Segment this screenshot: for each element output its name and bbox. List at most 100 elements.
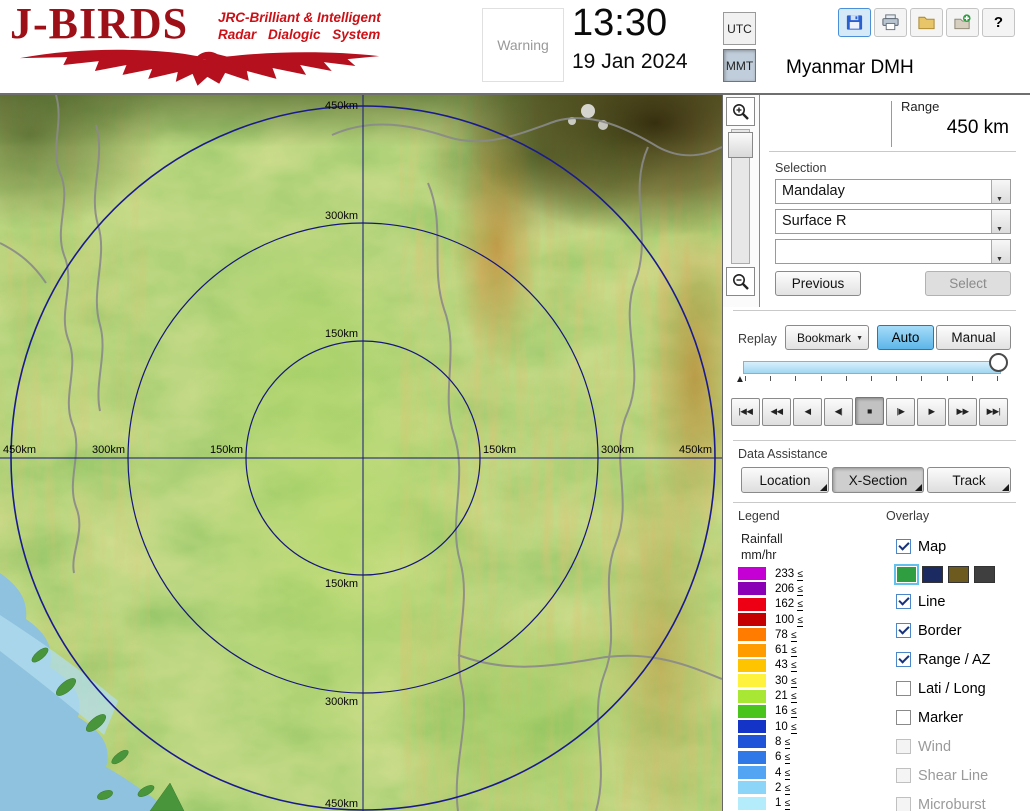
overlay-item-microburst: Microburst <box>886 790 1030 811</box>
separator <box>769 151 1016 152</box>
checked-checkbox[interactable] <box>896 594 911 609</box>
overlay-item-border[interactable]: Border <box>886 616 1030 645</box>
legend-entries: 233 ≤206 ≤162 ≤100 ≤78 ≤61 ≤43 ≤30 ≤21 ≤… <box>738 566 858 811</box>
replay-play-reverse-button[interactable]: ◀ <box>793 398 822 426</box>
overlay-section-label: Overlay <box>886 509 929 523</box>
map-color-swatch[interactable] <box>974 566 995 583</box>
checkbox <box>896 768 911 783</box>
chevron-down-icon[interactable] <box>991 210 1010 233</box>
overlay-item-lati-long[interactable]: Lati / Long <box>886 674 1030 703</box>
overlay-item-range-az[interactable]: Range / AZ <box>886 645 1030 674</box>
legend-value: 162 ≤ <box>775 598 803 610</box>
overlay-label: Map <box>918 539 946 555</box>
auto-mode-button[interactable]: Auto <box>877 325 934 350</box>
zoom-in-button[interactable] <box>726 97 755 126</box>
timeline-tick <box>896 376 897 381</box>
timeline-tick <box>921 376 922 381</box>
option-dropdown[interactable] <box>775 239 1011 264</box>
replay-skip-start-button[interactable]: |◀◀ <box>731 398 760 426</box>
overlay-item-line[interactable]: Line <box>886 587 1030 616</box>
map-color-swatch[interactable] <box>922 566 943 583</box>
range-ring-label: 300km <box>325 210 358 222</box>
legend-value: 8 ≤ <box>775 736 790 748</box>
timeline-handle[interactable] <box>989 353 1008 372</box>
legend-color-swatch <box>738 628 766 641</box>
replay-fast-forward-button[interactable]: ▶▶ <box>948 398 977 426</box>
corner-menu-indicator-icon <box>820 484 827 491</box>
replay-stop-button[interactable]: ■ <box>855 397 884 425</box>
range-ring-label: 150km <box>483 444 516 456</box>
open-folder-button[interactable] <box>910 8 943 37</box>
replay-step-forward-button[interactable]: |▶ <box>886 398 915 426</box>
print-button[interactable] <box>874 8 907 37</box>
replay-section-label: Replay <box>738 332 777 346</box>
range-ring-label: 300km <box>92 444 125 456</box>
previous-button[interactable]: Previous <box>775 271 861 296</box>
help-button[interactable]: ? <box>982 8 1015 37</box>
zoom-out-button[interactable] <box>726 267 755 296</box>
manual-mode-button[interactable]: Manual <box>936 325 1011 350</box>
legend-color-swatch <box>738 735 766 748</box>
save-button[interactable] <box>838 8 871 37</box>
utc-toggle-button[interactable]: UTC <box>723 12 756 45</box>
chevron-down-icon[interactable] <box>991 180 1010 203</box>
legend-value: 4 ≤ <box>775 767 790 779</box>
radar-map-display[interactable]: 450km 300km 150km 150km 300km 450km 450k… <box>0 95 722 811</box>
header-bar: J-BIRDS JRC-Brilliant & Intelligent Rada… <box>0 0 1030 95</box>
magnifier-minus-icon <box>731 272 751 292</box>
legend-value: 6 ≤ <box>775 751 790 763</box>
timeline-start-marker-icon <box>735 374 747 384</box>
clock-date: 19 Jan 2024 <box>572 50 688 74</box>
timeline-tick <box>871 376 872 381</box>
range-ring-label: 300km <box>601 444 634 456</box>
bookmark-button[interactable]: Bookmark <box>785 325 869 350</box>
replay-step-back-button[interactable]: ◀| <box>824 398 853 426</box>
check-icon <box>898 652 909 663</box>
checkbox <box>896 739 911 754</box>
range-value: 450 km <box>833 117 1009 139</box>
checked-checkbox[interactable] <box>896 652 911 667</box>
less-equal-icon: ≤ <box>791 691 797 703</box>
range-ring-label: 150km <box>325 578 358 590</box>
product-dropdown-value: Surface R <box>782 213 846 229</box>
checked-checkbox[interactable] <box>896 623 911 638</box>
map-color-swatch[interactable] <box>948 566 969 583</box>
replay-timeline-slider[interactable] <box>743 361 1001 374</box>
less-equal-icon: ≤ <box>797 569 803 581</box>
jbirds-application: J-BIRDS JRC-Brilliant & Intelligent Rada… <box>0 0 1030 811</box>
overlay-label: Lati / Long <box>918 681 986 697</box>
map-color-options <box>886 561 1030 587</box>
chevron-down-icon[interactable] <box>991 240 1010 263</box>
selection-section-label: Selection <box>775 161 826 175</box>
map-color-swatch[interactable] <box>896 566 917 583</box>
station-dropdown-value: Mandalay <box>782 183 845 199</box>
product-dropdown[interactable]: Surface R <box>775 209 1011 234</box>
legend-value: 30 ≤ <box>775 675 797 687</box>
mmt-toggle-button[interactable]: MMT <box>723 49 756 82</box>
checked-checkbox[interactable] <box>896 539 911 554</box>
overlay-item-marker[interactable]: Marker <box>886 703 1030 732</box>
location-button[interactable]: Location <box>741 467 829 493</box>
overlay-label: Marker <box>918 710 963 726</box>
station-dropdown[interactable]: Mandalay <box>775 179 1011 204</box>
check-icon <box>898 623 909 634</box>
checkbox[interactable] <box>896 681 911 696</box>
legend-entry: 233 ≤ <box>738 566 858 581</box>
legend-color-swatch <box>738 598 766 611</box>
checkbox[interactable] <box>896 710 911 725</box>
timeline-tick <box>846 376 847 381</box>
export-button[interactable] <box>946 8 979 37</box>
legend-value: 100 ≤ <box>775 614 803 626</box>
app-logo-subtitle-2: Radar Dialogic System <box>218 27 380 42</box>
replay-skip-end-button[interactable]: ▶▶| <box>979 398 1008 426</box>
less-equal-icon: ≤ <box>791 676 797 688</box>
legend-value: 1 ≤ <box>775 797 790 809</box>
zoom-slider-handle[interactable] <box>728 132 753 158</box>
replay-fast-rewind-button[interactable]: ◀◀ <box>762 398 791 426</box>
overlay-item-map[interactable]: Map <box>886 532 1030 561</box>
x-section-button[interactable]: X-Section <box>832 467 924 493</box>
magnifier-plus-icon <box>731 102 751 122</box>
replay-play-button[interactable]: ▶ <box>917 398 946 426</box>
question-mark-icon: ? <box>994 14 1003 31</box>
track-button[interactable]: Track <box>927 467 1011 493</box>
